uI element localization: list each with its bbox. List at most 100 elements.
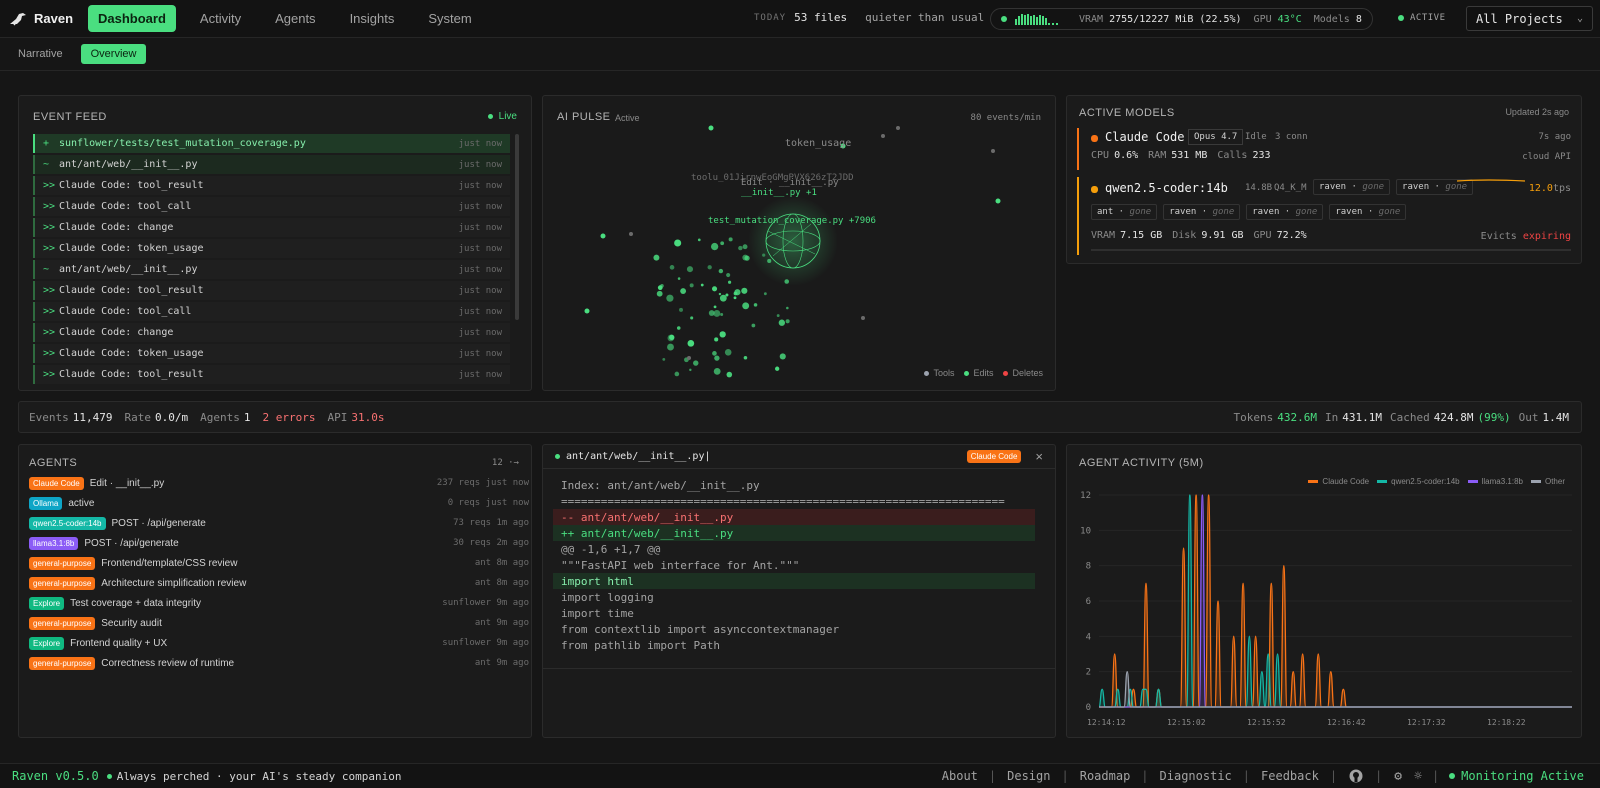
y-tick-label: 2	[1086, 668, 1091, 678]
series-line[interactable]	[1099, 671, 1572, 708]
feed-row[interactable]: >> Claude Code: token_usage just now	[33, 344, 510, 363]
pulse-particle	[734, 289, 741, 296]
agent-row[interactable]: general-purpose Frontend/template/CSS rev…	[29, 555, 529, 571]
nav-tab-activity[interactable]: Activity	[190, 5, 251, 32]
system-pill[interactable]: VRAM 2755/12227 MiB (22.5%) GPU 43°C Mod…	[990, 8, 1373, 30]
agent-row[interactable]: general-purpose Correctness review of run…	[29, 655, 529, 671]
pulse-particle	[776, 314, 780, 317]
feed-row-text: Claude Code: token_usage	[59, 243, 204, 254]
model-card-qwen[interactable]: qwen2.5-coder:14b 14.8B Q4_K_M raven · g…	[1077, 177, 1571, 255]
agents-count-link[interactable]: 12 ·→	[492, 458, 519, 468]
pulse-particle	[784, 279, 790, 284]
deletes-legend-dot	[1003, 370, 1009, 376]
github-icon[interactable]	[1349, 769, 1363, 783]
pulse-label-init: __init__.py +1	[741, 188, 817, 198]
edits-legend-dot	[964, 370, 970, 376]
agent-description: Edit · __init__.py	[89, 477, 165, 489]
feed-row[interactable]: >> Claude Code: change just now	[33, 323, 510, 342]
pulse-glow	[748, 196, 838, 286]
agent-row[interactable]: llama3.1:8b POST · /api/generate 30 reqs 2…	[29, 535, 529, 551]
stats-bar: Events 11,479 Rate 0.0/m Agents 1 2 erro…	[18, 401, 1582, 433]
instance-chip[interactable]: raven · gone	[1163, 204, 1241, 220]
out-value: 1.4M	[1542, 410, 1570, 424]
close-icon[interactable]: ×	[1035, 449, 1043, 464]
feed-row[interactable]: ~ ant/ant/web/__init__.py just now	[33, 260, 510, 279]
nav-tab-insights[interactable]: Insights	[340, 5, 405, 32]
settings-gear-icon[interactable]: ⚙	[1394, 769, 1402, 784]
agent-row[interactable]: general-purpose Security audit ant 9m ago	[29, 615, 529, 631]
chip-state: gone	[1362, 182, 1385, 192]
project-select-value: All Projects	[1476, 11, 1563, 26]
footer-link-feedback[interactable]: Feedback	[1250, 769, 1330, 783]
nav-tab-system[interactable]: System	[418, 5, 481, 32]
y-tick-label: 6	[1086, 597, 1091, 607]
app-name: Raven	[34, 11, 74, 26]
feed-row[interactable]: >> Claude Code: tool_result just now	[33, 365, 510, 384]
pulse-particle	[697, 238, 701, 242]
pulse-particle	[713, 305, 717, 309]
agent-row[interactable]: qwen2.5-coder:14b POST · /api/generate 73 …	[29, 515, 529, 531]
claude-ago: 7s ago	[1538, 132, 1571, 142]
pulse-particle	[751, 323, 756, 328]
agent-row[interactable]: Claude Code Edit · __init__.py 237 reqs ju…	[29, 475, 529, 491]
theme-sun-icon[interactable]: ☼	[1414, 769, 1422, 784]
brand[interactable]: Raven	[8, 11, 88, 27]
diff-line: from pathlib import Path	[561, 638, 720, 652]
footer-link-about[interactable]: About	[931, 769, 989, 783]
events-count: 11,479	[72, 410, 113, 424]
agent-row[interactable]: Explore Frontend quality + UX sunflower 9m…	[29, 635, 529, 651]
nav-tab-agents[interactable]: Agents	[265, 5, 325, 32]
subtab-overview[interactable]: Overview	[80, 44, 147, 64]
tools-legend-dot	[924, 370, 930, 376]
in-value: 431.1M	[1342, 410, 1382, 424]
pulse-particle	[713, 310, 721, 317]
project-select[interactable]: All Projects ⌄	[1466, 6, 1593, 31]
agent-row[interactable]: Ollama active 0 reqs just now	[29, 495, 529, 511]
pulse-particle	[720, 241, 725, 246]
feed-row[interactable]: >> Claude Code: change just now	[33, 218, 510, 237]
nav-tab-dashboard[interactable]: Dashboard	[88, 5, 176, 32]
claude-cpu-label: CPU	[1091, 150, 1110, 161]
feed-row-icon: >>	[43, 369, 56, 380]
feed-row[interactable]: >> Claude Code: tool_result just now	[33, 281, 510, 300]
pulse-tool-particle	[991, 149, 995, 153]
feed-row[interactable]: >> Claude Code: tool_call just now	[33, 302, 510, 321]
agent-description: Architecture simplification review	[101, 577, 247, 589]
agent-activity-chart[interactable]: 0 2 4 6 8 10 12 12:14:12 12:15:02 12:15:52 12:16:4…	[1067, 445, 1581, 737]
agent-type-badge: general-purpose	[29, 656, 96, 670]
pulse-tool-particle	[881, 134, 885, 138]
agent-row[interactable]: Explore Test coverage + data integrity sun…	[29, 595, 529, 611]
feed-row-text: Claude Code: tool_call	[59, 201, 192, 212]
instance-chip[interactable]: raven · gone	[1246, 204, 1324, 220]
feed-scrollbar[interactable]	[515, 134, 519, 320]
instance-chip[interactable]: raven · gone	[1329, 204, 1407, 220]
errors-count[interactable]: 2 errors	[263, 411, 316, 424]
pulse-particle	[718, 292, 722, 296]
instance-chip[interactable]: ant · gone	[1091, 204, 1158, 220]
footer-link-design[interactable]: Design	[996, 769, 1061, 783]
footer-link-roadmap[interactable]: Roadmap	[1069, 769, 1142, 783]
subtab-narrative[interactable]: Narrative	[8, 44, 73, 64]
agent-row[interactable]: general-purpose Architecture simplificati…	[29, 575, 529, 591]
feed-row-text: Claude Code: tool_result	[59, 285, 204, 296]
footer-link-diagnostic[interactable]: Diagnostic	[1149, 769, 1243, 783]
agent-type-badge: Ollama	[29, 496, 63, 510]
raven-logo-icon	[10, 12, 26, 25]
feed-row[interactable]: ~ ant/ant/web/__init__.py just now	[33, 155, 510, 174]
claude-model-chip: Opus 4.7	[1188, 129, 1244, 145]
models-label: Models	[1313, 13, 1350, 25]
pulse-particle	[584, 308, 590, 314]
agent-meta: ant 9m ago	[474, 618, 529, 628]
feed-row[interactable]: >> Claude Code: token_usage just now	[33, 239, 510, 258]
instance-chip[interactable]: raven · gone	[1313, 179, 1391, 195]
feed-row[interactable]: >> Claude Code: tool_result just now	[33, 176, 510, 195]
ai-pulse-panel: AI PULSE Active 80 events/min token_usag…	[542, 95, 1056, 391]
feed-row[interactable]: + sunflower/tests/test_mutation_coverage.…	[33, 134, 510, 153]
agent-meta: 30 reqs 2m ago	[453, 538, 529, 548]
model-card-claude[interactable]: Claude Code Opus 4.7 Idle 3 conn 7s ago …	[1077, 128, 1571, 170]
active-status: ACTIVE	[1398, 13, 1446, 23]
qwen-evicts: Evicts expiring	[1481, 231, 1571, 242]
feed-row[interactable]: >> Claude Code: tool_call just now	[33, 197, 510, 216]
claude-calls: 233	[1252, 150, 1271, 161]
pulse-particle	[719, 294, 727, 302]
